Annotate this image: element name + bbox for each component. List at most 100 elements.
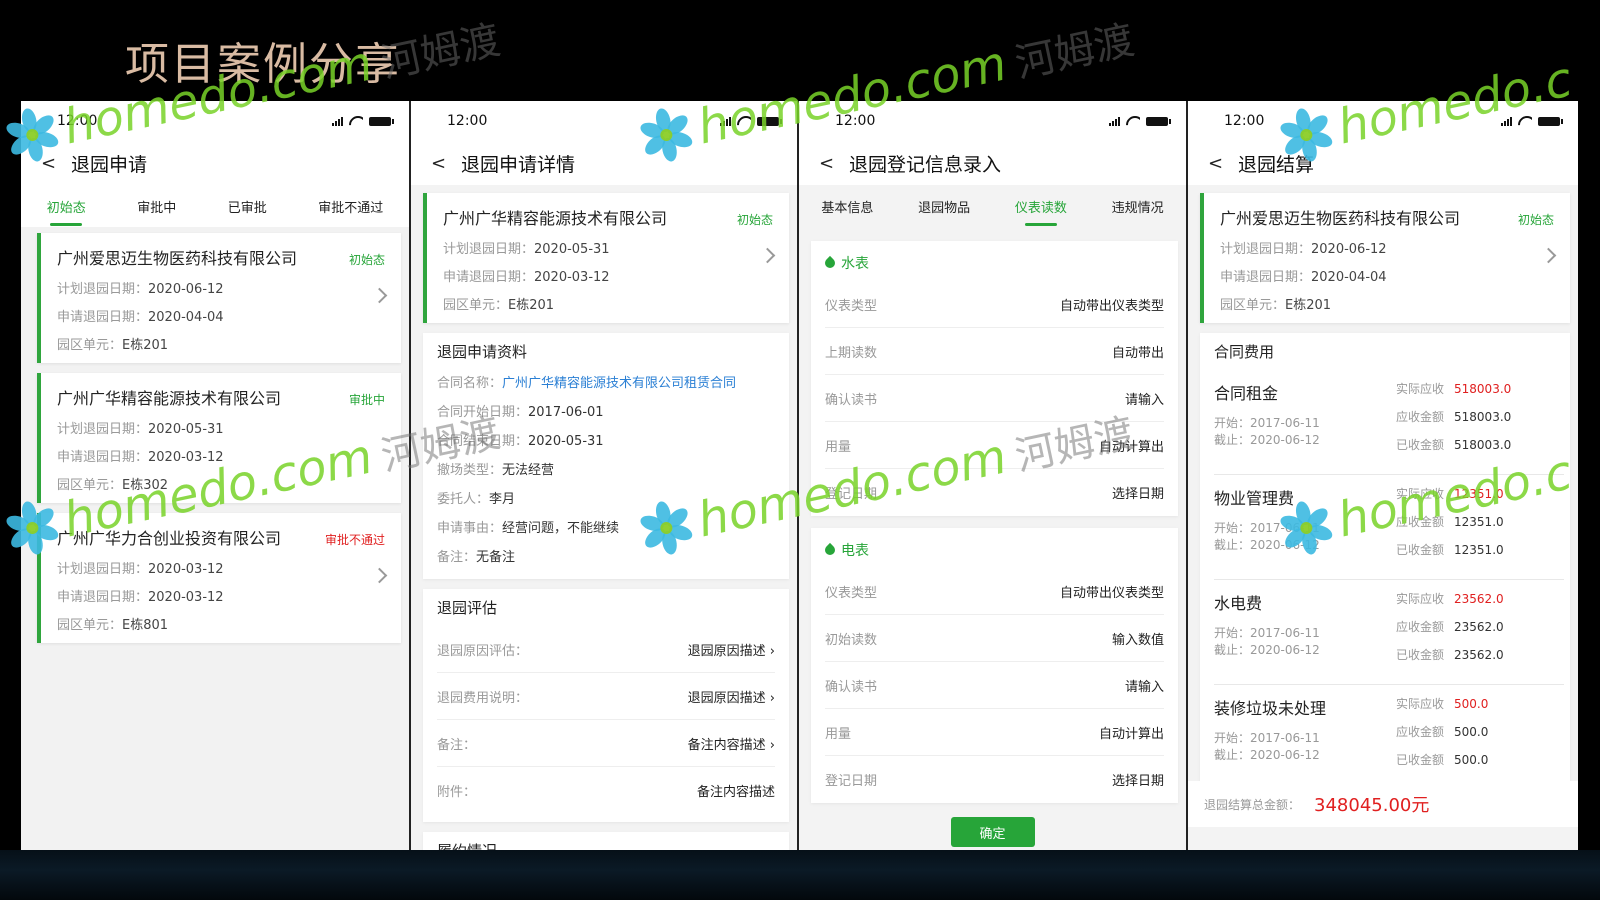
due-amount: 12351.0 bbox=[1454, 515, 1504, 529]
received-label: 已收金额 bbox=[1396, 438, 1445, 452]
due-label: 应收金额 bbox=[1396, 410, 1445, 424]
due-label: 应收金额 bbox=[1396, 620, 1445, 634]
row-label: 用量 bbox=[825, 439, 852, 455]
unit-label: 园区单元： bbox=[57, 338, 123, 353]
received-label: 已收金额 bbox=[1396, 753, 1445, 767]
agent: 李月 bbox=[489, 492, 516, 507]
unit: E栋201 bbox=[1285, 298, 1332, 313]
contract-link[interactable]: 广州广华精容能源技术有限公司租赁合同 bbox=[502, 376, 736, 391]
apply-date: 2020-03-12 bbox=[148, 590, 224, 605]
wifi-icon bbox=[737, 116, 751, 126]
date-picker-row[interactable]: 登记日期 选择日期 bbox=[825, 756, 1164, 803]
battery-icon bbox=[1146, 116, 1171, 126]
water-meter-section: 水表 仪表类型 自动带出仪表类型 上期读数 自动带出 确认读书 请输入 用量 自动计算出… bbox=[811, 241, 1178, 516]
eval-row[interactable]: 退园费用说明： 退园原因描述 › bbox=[437, 673, 775, 720]
due-label: 应收金额 bbox=[1396, 515, 1445, 529]
fee-item: 水电费 开始：2017-06-11 截止：2020-06-12 实际应收 23562.… bbox=[1214, 580, 1564, 685]
company-name: 广州广华精容能源技术有限公司 bbox=[57, 389, 282, 408]
reading-input[interactable]: 初始读数 输入数值 bbox=[825, 615, 1164, 662]
due-label: 应收金额 bbox=[1396, 725, 1445, 739]
screen-exit-application-list: 12:00 < 退园申请 初始态 审批中 已审批 审批不通过 广州爱思迈生物医药… bbox=[21, 101, 411, 850]
row-label: 退园费用说明： bbox=[437, 690, 529, 706]
actual-amount: 12351.0 bbox=[1454, 487, 1504, 501]
company-name: 广州广华力合创业投资有限公司 bbox=[57, 529, 282, 548]
received-amount: 518003.0 bbox=[1454, 438, 1512, 452]
screen-exit-registration: 12:00 < 退园登记信息录入 基本信息 退园物品 仪表读数 违规情况 水表 … bbox=[799, 101, 1188, 850]
apply-date: 2020-03-12 bbox=[148, 450, 224, 465]
form-row[interactable]: 用量 自动计算出 bbox=[825, 422, 1164, 469]
back-icon[interactable]: < bbox=[431, 153, 455, 174]
row-label: 确认读书 bbox=[825, 679, 878, 695]
total-label: 退园结算总金额： bbox=[1204, 797, 1301, 812]
contract-start: 2017-06-01 bbox=[528, 405, 604, 420]
note-label: 备注： bbox=[437, 550, 477, 565]
page-title: 退园申请详情 bbox=[461, 153, 576, 176]
form-row[interactable]: 用量 自动计算出 bbox=[825, 709, 1164, 756]
apply-date-label: 申请退园日期： bbox=[57, 450, 149, 465]
tab-initial[interactable]: 初始态 bbox=[43, 197, 90, 216]
reading-input[interactable]: 确认读书 请输入 bbox=[825, 662, 1164, 709]
row-value: 自动带出仪表类型 bbox=[1059, 298, 1164, 314]
signal-icon bbox=[720, 116, 731, 126]
date-picker-row[interactable]: 登记日期 选择日期 bbox=[825, 469, 1164, 516]
page-title: 退园登记信息录入 bbox=[849, 153, 1002, 176]
form-row[interactable]: 上期读数 自动带出 bbox=[825, 328, 1164, 375]
row-label: 确认读书 bbox=[825, 392, 878, 408]
wifi-icon bbox=[1518, 116, 1532, 126]
unit-label: 园区单元： bbox=[443, 298, 509, 313]
nav-bar: < 退园申请详情 bbox=[411, 141, 797, 185]
apply-date: 2020-03-12 bbox=[534, 270, 610, 285]
actual-amount: 518003.0 bbox=[1454, 382, 1512, 396]
unit: E栋201 bbox=[508, 298, 555, 313]
company-name: 广州广华精容能源技术有限公司 bbox=[443, 209, 668, 228]
tab-pending[interactable]: 审批中 bbox=[133, 197, 180, 216]
application-card[interactable]: 广州爱思迈生物医药科技有限公司 初始态 计划退园日期：2020-06-12 申请退… bbox=[1200, 193, 1570, 323]
reason-label: 申请事由： bbox=[437, 521, 503, 536]
fee-start: 开始：2017-06-11 bbox=[1214, 521, 1320, 535]
tab-rejected[interactable]: 审批不通过 bbox=[314, 197, 387, 216]
row-label: 仪表类型 bbox=[825, 585, 878, 601]
apply-date-label: 申请退园日期： bbox=[57, 590, 149, 605]
contract-fees-section: 合同费用 合同租金 开始：2017-06-11 截止：2020-06-12 实际应收… bbox=[1200, 333, 1570, 797]
eval-row[interactable]: 附件： 备注内容描述 bbox=[437, 767, 775, 814]
eval-row[interactable]: 退园原因评估： 退园原因描述 › bbox=[437, 626, 775, 673]
row-label: 上期读数 bbox=[825, 345, 878, 361]
status-badge: 初始态 bbox=[1517, 213, 1554, 227]
fee-end: 截止：2020-06-12 bbox=[1214, 538, 1320, 552]
unit: E栋201 bbox=[122, 338, 169, 353]
status-tabs: 初始态 审批中 已审批 审批不通过 bbox=[21, 185, 409, 227]
tab-exit-items[interactable]: 退园物品 bbox=[914, 197, 974, 216]
received-amount: 500.0 bbox=[1454, 753, 1489, 767]
form-row[interactable]: 仪表类型 自动带出仪表类型 bbox=[825, 281, 1164, 328]
row-value: 退园原因描述 bbox=[687, 690, 766, 706]
application-card[interactable]: 广州爱思迈生物医药科技有限公司 初始态 计划退园日期：2020-06-12 申请退… bbox=[37, 233, 401, 363]
confirm-button[interactable]: 确定 bbox=[950, 817, 1035, 847]
application-card[interactable]: 广州广华力合创业投资有限公司 审批不通过 计划退园日期：2020-03-12 申请… bbox=[37, 513, 401, 643]
tab-violations[interactable]: 违规情况 bbox=[1108, 197, 1168, 216]
form-row[interactable]: 仪表类型 自动带出仪表类型 bbox=[825, 568, 1164, 615]
back-icon[interactable]: < bbox=[819, 153, 843, 174]
tab-basic-info[interactable]: 基本信息 bbox=[817, 197, 877, 216]
company-name: 广州爱思迈生物医药科技有限公司 bbox=[1220, 209, 1461, 228]
eval-row[interactable]: 备注： 备注内容描述 › bbox=[437, 720, 775, 767]
due-amount: 500.0 bbox=[1454, 725, 1489, 739]
reading-input[interactable]: 确认读书 请输入 bbox=[825, 375, 1164, 422]
section-title: 退园评估 bbox=[437, 599, 498, 617]
contract-end: 2020-05-31 bbox=[528, 434, 604, 449]
plan-date-label: 计划退园日期： bbox=[1220, 242, 1312, 257]
tab-meter-readings[interactable]: 仪表读数 bbox=[1011, 197, 1071, 216]
back-icon[interactable]: < bbox=[1208, 153, 1232, 174]
unit: E栋801 bbox=[122, 618, 169, 633]
plan-date-label: 计划退园日期： bbox=[57, 562, 149, 577]
fee-start: 开始：2017-06-11 bbox=[1214, 626, 1320, 640]
status-bar: 12:00 bbox=[799, 101, 1186, 141]
application-card[interactable]: 广州广华精容能源技术有限公司 初始态 计划退园日期：2020-05-31 申请退园… bbox=[423, 193, 789, 323]
unit-label: 园区单元： bbox=[57, 618, 123, 633]
status-bar: 12:00 bbox=[21, 101, 409, 141]
apply-date-label: 申请退园日期： bbox=[443, 270, 535, 285]
application-card[interactable]: 广州广华精容能源技术有限公司 审批中 计划退园日期：2020-05-31 申请退园… bbox=[37, 373, 401, 503]
actual-label: 实际应收 bbox=[1396, 697, 1445, 711]
company-name: 广州爱思迈生物医药科技有限公司 bbox=[57, 249, 298, 268]
back-icon[interactable]: < bbox=[41, 153, 65, 174]
tab-approved[interactable]: 已审批 bbox=[224, 197, 271, 216]
